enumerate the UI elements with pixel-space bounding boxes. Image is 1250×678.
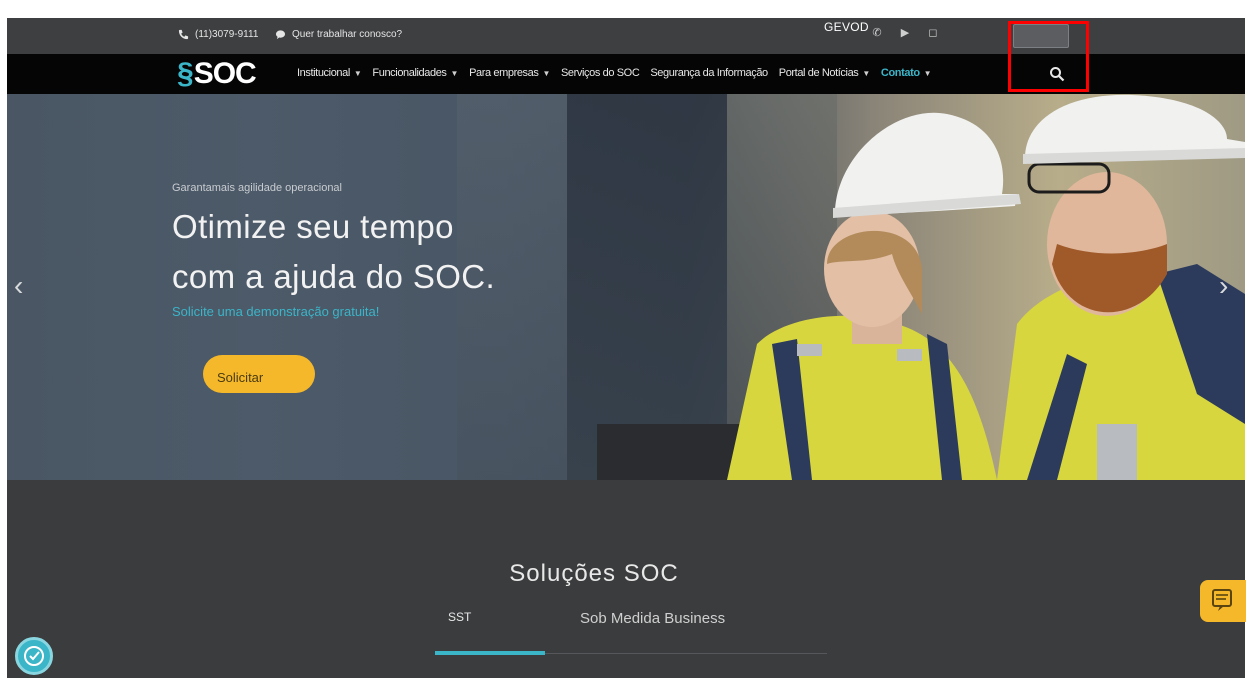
- tab-sst[interactable]: SST: [448, 610, 471, 624]
- chevron-down-icon: ▼: [862, 68, 870, 78]
- solutions-title: Soluções SOC: [509, 560, 679, 587]
- solicitar-button[interactable]: Solicitar: [203, 355, 315, 393]
- nav-item-servicos[interactable]: Serviços do SOC: [561, 67, 640, 79]
- chevron-down-icon: ▼: [450, 68, 459, 78]
- chevron-down-icon: ▼: [353, 68, 362, 78]
- logo-text: SOC: [193, 57, 257, 90]
- work-with-us-label: Quer trabalhar conosco?: [292, 29, 403, 40]
- instagram-icon[interactable]: ◻: [926, 26, 940, 40]
- soc-logo[interactable]: § SOC: [177, 57, 257, 91]
- nav-item-para-empresas[interactable]: Para empresas ▼: [469, 67, 550, 79]
- nav-item-label: Segurança da Informação: [650, 67, 768, 79]
- accessibility-icon: [24, 646, 44, 666]
- nav-item-label: Funcionalidades: [372, 67, 447, 79]
- chat-button[interactable]: [1200, 580, 1246, 622]
- logo-mark-icon: §: [177, 57, 194, 90]
- phone-contact[interactable]: (11)3079-9111: [178, 29, 258, 40]
- whatsapp-icon[interactable]: ✆: [870, 26, 884, 40]
- hero-headline-line2: com a ajuda do SOC.: [172, 258, 496, 295]
- youtube-icon[interactable]: ▶: [898, 26, 912, 40]
- hero-subtitle: Solicite uma demonstração gratuita!: [172, 304, 380, 319]
- nav-menu: Institucional ▼ Funcionalidades ▼ Para emp…: [297, 67, 932, 79]
- chevron-down-icon: ▼: [542, 68, 550, 78]
- hero-kicker: Garantamais agilidade operacional: [172, 182, 342, 194]
- hero-workers-image: [597, 94, 1245, 480]
- chat-bubble-icon: [275, 30, 286, 40]
- nav-item-label: Para empresas: [469, 67, 539, 79]
- phone-number: (11)3079-9111: [195, 29, 259, 40]
- overlay-text: GEVOD: [824, 20, 869, 34]
- nav-item-label: Portal de Notícias: [778, 67, 859, 79]
- active-tab-indicator: [435, 651, 545, 655]
- chevron-down-icon: ▼: [923, 68, 932, 78]
- nav-item-portal-noticias[interactable]: Portal de Notícias ▼: [778, 67, 871, 79]
- page-frame: (11)3079-9111 Quer trabalhar conosco? GE…: [7, 18, 1245, 678]
- hero-headline: Otimize seu tempo com a ajuda do SOC.: [172, 202, 592, 302]
- highlight-box: [1008, 21, 1089, 92]
- tab-sob-medida-business[interactable]: Sob Medida Business: [580, 610, 725, 627]
- hero-headline-line1: Otimize seu tempo: [172, 208, 454, 245]
- tab-track: [545, 653, 827, 654]
- accessibility-button[interactable]: [15, 637, 53, 675]
- carousel-next-icon[interactable]: ›: [1219, 272, 1228, 300]
- nav-item-funcionalidades[interactable]: Funcionalidades ▼: [372, 67, 458, 79]
- nav-item-label: Institucional: [297, 67, 350, 79]
- hero-banner: Garantamais agilidade operacional Otimiz…: [7, 94, 1245, 480]
- nav-item-label: Serviços do SOC: [561, 67, 640, 79]
- chat-icon: [1212, 589, 1232, 611]
- work-with-us-link[interactable]: Quer trabalhar conosco?: [275, 29, 402, 40]
- nav-item-label: Contato: [880, 67, 920, 79]
- phone-icon: [178, 29, 189, 40]
- nav-item-contato[interactable]: Contato ▼: [880, 67, 932, 79]
- carousel-prev-icon[interactable]: ‹: [14, 272, 23, 300]
- nav-item-institucional[interactable]: Institucional ▼: [297, 67, 362, 79]
- nav-item-seguranca[interactable]: Segurança da Informação: [650, 67, 768, 79]
